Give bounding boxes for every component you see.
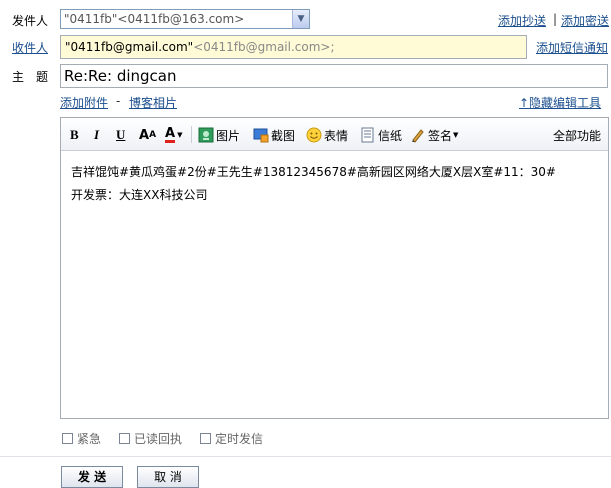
editor-body[interactable]: 吉祥馄饨#黄瓜鸡蛋#2份#王先生#13812345678#高新园区网络大厦X层X… [61,151,608,217]
font-size-label: A [139,127,150,143]
read-receipt-checkbox[interactable] [119,433,130,444]
read-receipt-label: 已读回执 [134,432,183,446]
urgent-option[interactable]: 紧急 [62,430,101,447]
body-line-2: 开发票：大连XX科技公司 [71,188,208,202]
recipient-address: <0411fb@gmail.com>; [193,40,335,54]
add-bcc-link[interactable]: 添加密送 [561,12,609,29]
toolbar-divider [191,126,192,143]
footer-divider [0,456,611,457]
link-separator: | [553,12,558,26]
underline-button[interactable]: U [116,126,125,144]
subject-label: 主 题 [12,70,49,84]
add-sms-link[interactable]: 添加短信通知 [536,39,608,56]
read-receipt-option[interactable]: 已读回执 [119,430,182,447]
editor: B I U AA A ▼ 图片 截图 表情 信纸 签名 ▼ 全部功能 吉祥馄饨#… [60,117,609,419]
sender-value: "0411fb"<0411fb@163.com> [64,12,245,26]
subject-input[interactable]: Re:Re: dingcan [60,64,608,88]
recipient-input[interactable]: "0411fb@gmail.com"<0411fb@gmail.com>; [60,35,527,59]
to-label-link[interactable]: 收件人 [12,39,48,56]
add-attachment-link[interactable]: 添加附件 [60,94,108,111]
editor-toolbar: B I U AA A ▼ 图片 截图 表情 信纸 签名 ▼ 全部功能 [61,118,608,151]
screenshot-icon [253,128,269,143]
italic-button[interactable]: I [94,126,99,144]
pen-icon [412,129,424,143]
send-button[interactable]: 发 送 [61,466,123,488]
scheduled-label: 定时发信 [215,432,264,446]
cancel-button[interactable]: 取 消 [137,466,199,488]
urgent-checkbox[interactable] [62,433,73,444]
font-size-icon: A [149,130,157,140]
emoticon-label: 表情 [324,128,349,143]
emoticon-button[interactable]: 表情 [306,126,348,144]
font-color-label: A [165,126,176,143]
screenshot-button[interactable]: 截图 [253,126,295,144]
signature-button[interactable]: 签名 ▼ [410,126,458,144]
chevron-down-icon: ▼ [453,131,459,139]
sender-select[interactable]: "0411fb"<0411fb@163.com> ▼ [60,9,310,29]
image-label: 图片 [216,128,241,143]
all-functions-button[interactable]: 全部功能 [553,126,601,144]
chevron-down-icon[interactable]: ▼ [292,10,309,28]
font-color-button[interactable]: A ▼ [165,126,182,144]
signature-label: 签名 [428,128,453,143]
screenshot-label: 截图 [271,128,296,143]
hide-tools-link[interactable]: ↑隐藏编辑工具 [519,94,601,111]
from-label: 发件人 [12,14,49,28]
urgent-label: 紧急 [77,432,102,446]
stationery-icon [361,127,374,143]
stationery-label: 信纸 [378,128,403,143]
image-icon [198,127,214,143]
bold-button[interactable]: B [70,126,79,144]
chevron-down-icon: ▼ [177,131,183,139]
body-line-1: 吉祥馄饨#黄瓜鸡蛋#2份#王先生#13812345678#高新园区网络大厦X层X… [71,165,556,179]
stationery-button[interactable]: 信纸 [360,126,402,144]
attachment-separator: - [116,94,121,108]
font-size-button[interactable]: AA [139,126,156,144]
add-cc-link[interactable]: 添加抄送 [498,12,546,29]
blog-photos-link[interactable]: 博客相片 [129,94,177,111]
smiley-icon [306,127,322,143]
image-button[interactable]: 图片 [198,126,240,144]
recipient-name: "0411fb@gmail.com" [65,40,194,54]
scheduled-checkbox[interactable] [200,433,211,444]
scheduled-option[interactable]: 定时发信 [200,430,263,447]
